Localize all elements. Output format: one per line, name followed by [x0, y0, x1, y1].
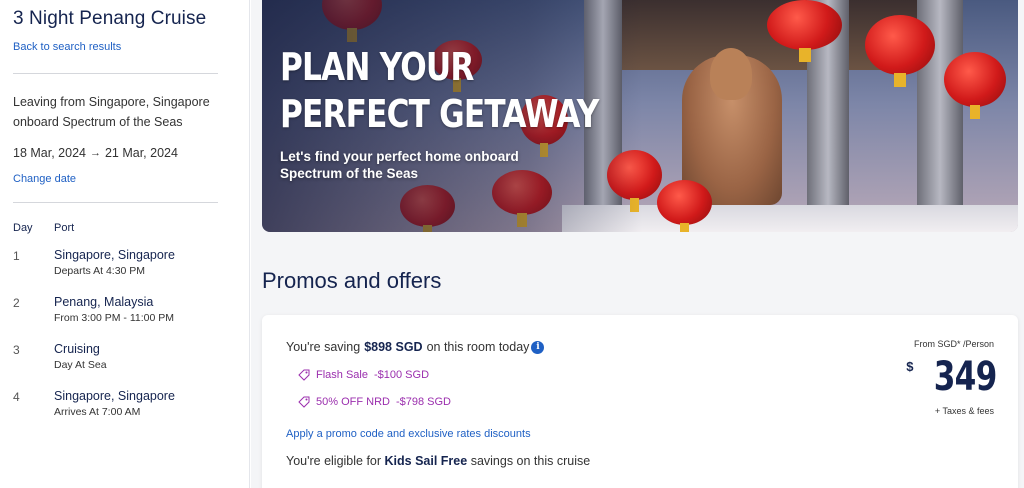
apply-promo-link[interactable]: Apply a promo code and exclusive rates d… [286, 428, 531, 440]
price-display: $ 349 [906, 354, 997, 400]
lantern-image [767, 0, 842, 62]
saving-summary: You're saving $898 SGD on this room toda… [286, 340, 545, 354]
itinerary-detail: Arrives At 7:00 AM [54, 406, 141, 418]
itinerary-detail: From 3:00 PM - 11:00 PM [54, 312, 175, 324]
itinerary-port: Cruising [54, 342, 100, 356]
kids-bold: Kids Sail Free [384, 454, 468, 468]
saving-prefix: You're saving [286, 340, 361, 354]
tag-icon [298, 396, 310, 408]
statue-head [710, 48, 752, 100]
itinerary-day: 3 [13, 343, 20, 357]
departure-info: Leaving from Singapore, Singapore onboar… [13, 95, 210, 129]
promos-heading: Promos and offers [262, 268, 442, 293]
offer-name: 50% OFF NRD [316, 396, 390, 408]
arrow-right-icon: → [89, 147, 101, 159]
offer-amount: -$798 SGD [395, 396, 451, 408]
hero-subtext: Let's find your perfect home onboard Spe… [280, 149, 519, 181]
itinerary-day: 2 [13, 296, 20, 310]
itinerary-port: Singapore, Singapore [54, 248, 175, 262]
cruise-title: 3 Night Penang Cruise [13, 8, 207, 29]
day-column-header: Day [13, 222, 33, 234]
tag-icon [298, 369, 310, 381]
taxes-note: + Taxes & fees [934, 406, 994, 416]
offer-name: Flash Sale [316, 369, 368, 381]
start-date: 18 Mar, 2024 [13, 146, 86, 160]
hero-headline-line: PLAN YOUR [280, 45, 474, 89]
itinerary-port: Singapore, Singapore [54, 389, 175, 403]
change-date-link[interactable]: Change date [13, 173, 76, 185]
back-to-search-link[interactable]: Back to search results [13, 41, 121, 53]
lantern-image [865, 15, 935, 87]
price-currency: $ [906, 359, 914, 374]
itinerary-detail: Day At Sea [54, 359, 107, 371]
divider [13, 73, 218, 74]
price-value: 349 [933, 354, 997, 400]
offer-item: Flash Sale -$100 SGD [298, 369, 429, 381]
hero-headline-line: PERFECT GETAWAY [280, 92, 599, 136]
offer-item: 50% OFF NRD -$798 SGD [298, 396, 451, 408]
lantern-image [944, 52, 1006, 119]
hero-headline: PLAN YOUR PERFECT GETAWAY [280, 44, 599, 138]
itinerary-detail: Departs At 4:30 PM [54, 265, 146, 277]
kids-prefix: You're eligible for [286, 454, 382, 468]
lantern-image [657, 180, 712, 232]
port-column-header: Port [54, 222, 75, 234]
saving-suffix: on this room today [426, 340, 530, 354]
end-date: 21 Mar, 2024 [104, 146, 178, 160]
itinerary-day: 4 [13, 390, 20, 404]
price-from-label: From SGD* /Person [913, 339, 994, 349]
itinerary-port: Penang, Malaysia [54, 295, 154, 309]
date-range: 18 Mar, 2024 → 21 Mar, 2024 [13, 146, 178, 160]
divider [13, 202, 218, 203]
saving-amount: $898 SGD [364, 340, 423, 354]
kids-sail-free-note: You're eligible for Kids Sail Free savin… [286, 454, 590, 468]
itinerary-sidebar: 3 Night Penang Cruise Back to search res… [0, 0, 250, 488]
promo-card: You're saving $898 SGD on this room toda… [262, 315, 1018, 488]
hero-banner: PLAN YOUR PERFECT GETAWAY Let's find you… [262, 0, 1018, 232]
kids-suffix: savings on this cruise [470, 454, 591, 468]
itinerary-day: 1 [13, 249, 20, 263]
info-icon[interactable]: i [531, 340, 545, 354]
offer-amount: -$100 SGD [373, 369, 430, 381]
main-content: PLAN YOUR PERFECT GETAWAY Let's find you… [251, 0, 1024, 488]
